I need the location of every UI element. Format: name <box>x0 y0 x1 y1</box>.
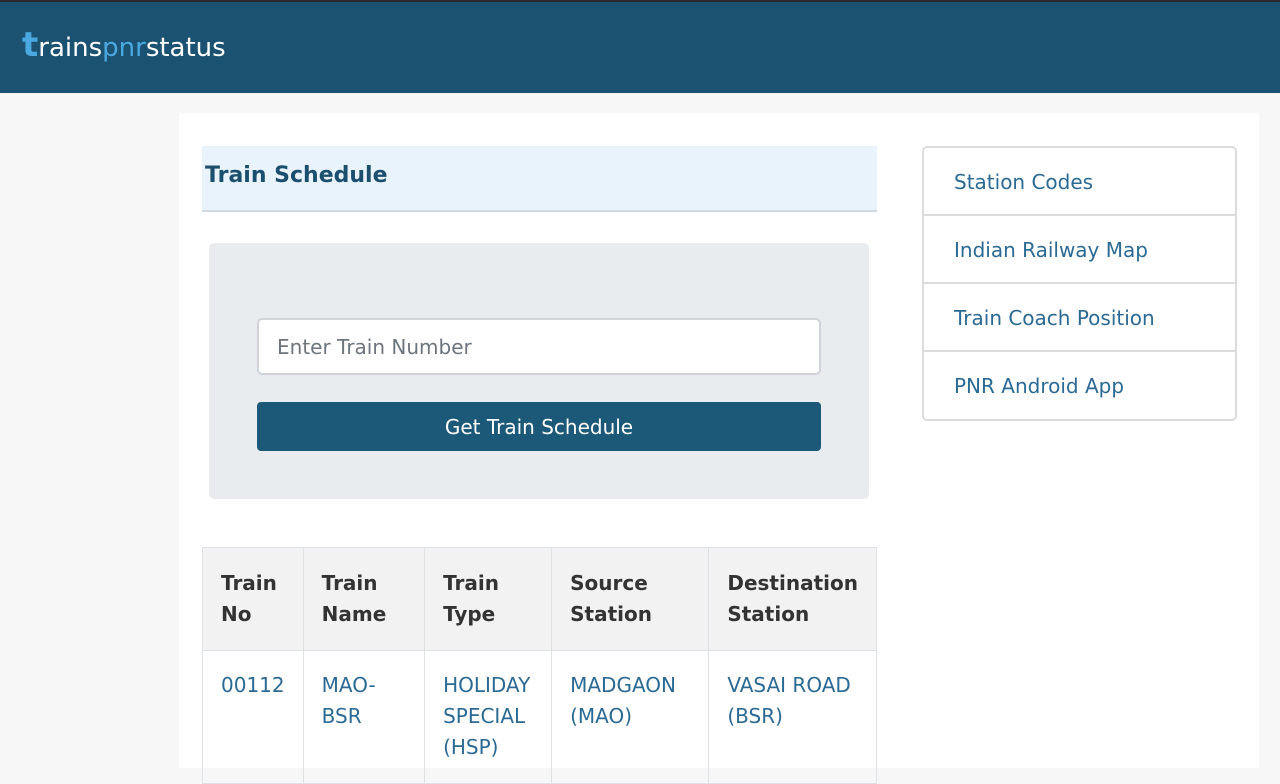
sidebar-item-indian-railway-map[interactable]: Indian Railway Map <box>924 216 1235 284</box>
sidebar-item-train-coach-position[interactable]: Train Coach Position <box>924 284 1235 352</box>
cell-destination-station[interactable]: VASAI ROAD (BSR) <box>708 650 877 784</box>
destination-station-link[interactable]: VASAI ROAD (BSR) <box>727 673 850 728</box>
top-navbar: trainspnrstatus <box>0 0 1280 93</box>
column-header-train-name: Train Name <box>302 547 426 651</box>
cell-train-name[interactable]: MAO-BSR <box>302 650 426 784</box>
sidebar-links: Station Codes Indian Railway Map Train C… <box>922 146 1237 421</box>
column-header-train-no: Train No <box>202 547 304 651</box>
get-train-schedule-button[interactable]: Get Train Schedule <box>257 402 821 451</box>
train-no-link[interactable]: 00112 <box>221 673 285 697</box>
logo-part-trains: rains <box>38 33 103 63</box>
table-row: 00112 MAO-BSR HOLIDAY SPECIAL (HSP) MADG… <box>202 650 877 784</box>
search-panel: Get Train Schedule <box>209 243 869 499</box>
source-station-link[interactable]: MADGAON (MAO) <box>570 673 676 728</box>
page-title: Train Schedule <box>205 163 388 188</box>
schedule-table: Train No Train Name Train Type Source St… <box>202 547 877 784</box>
column-header-source-station: Source Station <box>551 547 710 651</box>
cell-train-no[interactable]: 00112 <box>202 650 304 784</box>
column-header-train-type: Train Type <box>424 547 553 651</box>
logo-letter-t: t <box>22 25 39 65</box>
sidebar-item-station-codes[interactable]: Station Codes <box>924 148 1235 216</box>
train-name-link[interactable]: MAO-BSR <box>322 673 376 728</box>
logo-part-pnr: pnr <box>102 33 146 63</box>
train-number-input[interactable] <box>257 318 821 375</box>
section-header: Train Schedule <box>202 146 877 212</box>
logo-part-status: status <box>145 33 226 63</box>
cell-train-type: HOLIDAY SPECIAL (HSP) <box>424 650 553 784</box>
column-header-destination-station: Destination Station <box>708 547 877 651</box>
table-header-row: Train No Train Name Train Type Source St… <box>202 547 877 651</box>
site-logo[interactable]: trainspnrstatus <box>22 28 226 65</box>
sidebar-item-pnr-android-app[interactable]: PNR Android App <box>924 352 1235 419</box>
cell-source-station[interactable]: MADGAON (MAO) <box>551 650 710 784</box>
